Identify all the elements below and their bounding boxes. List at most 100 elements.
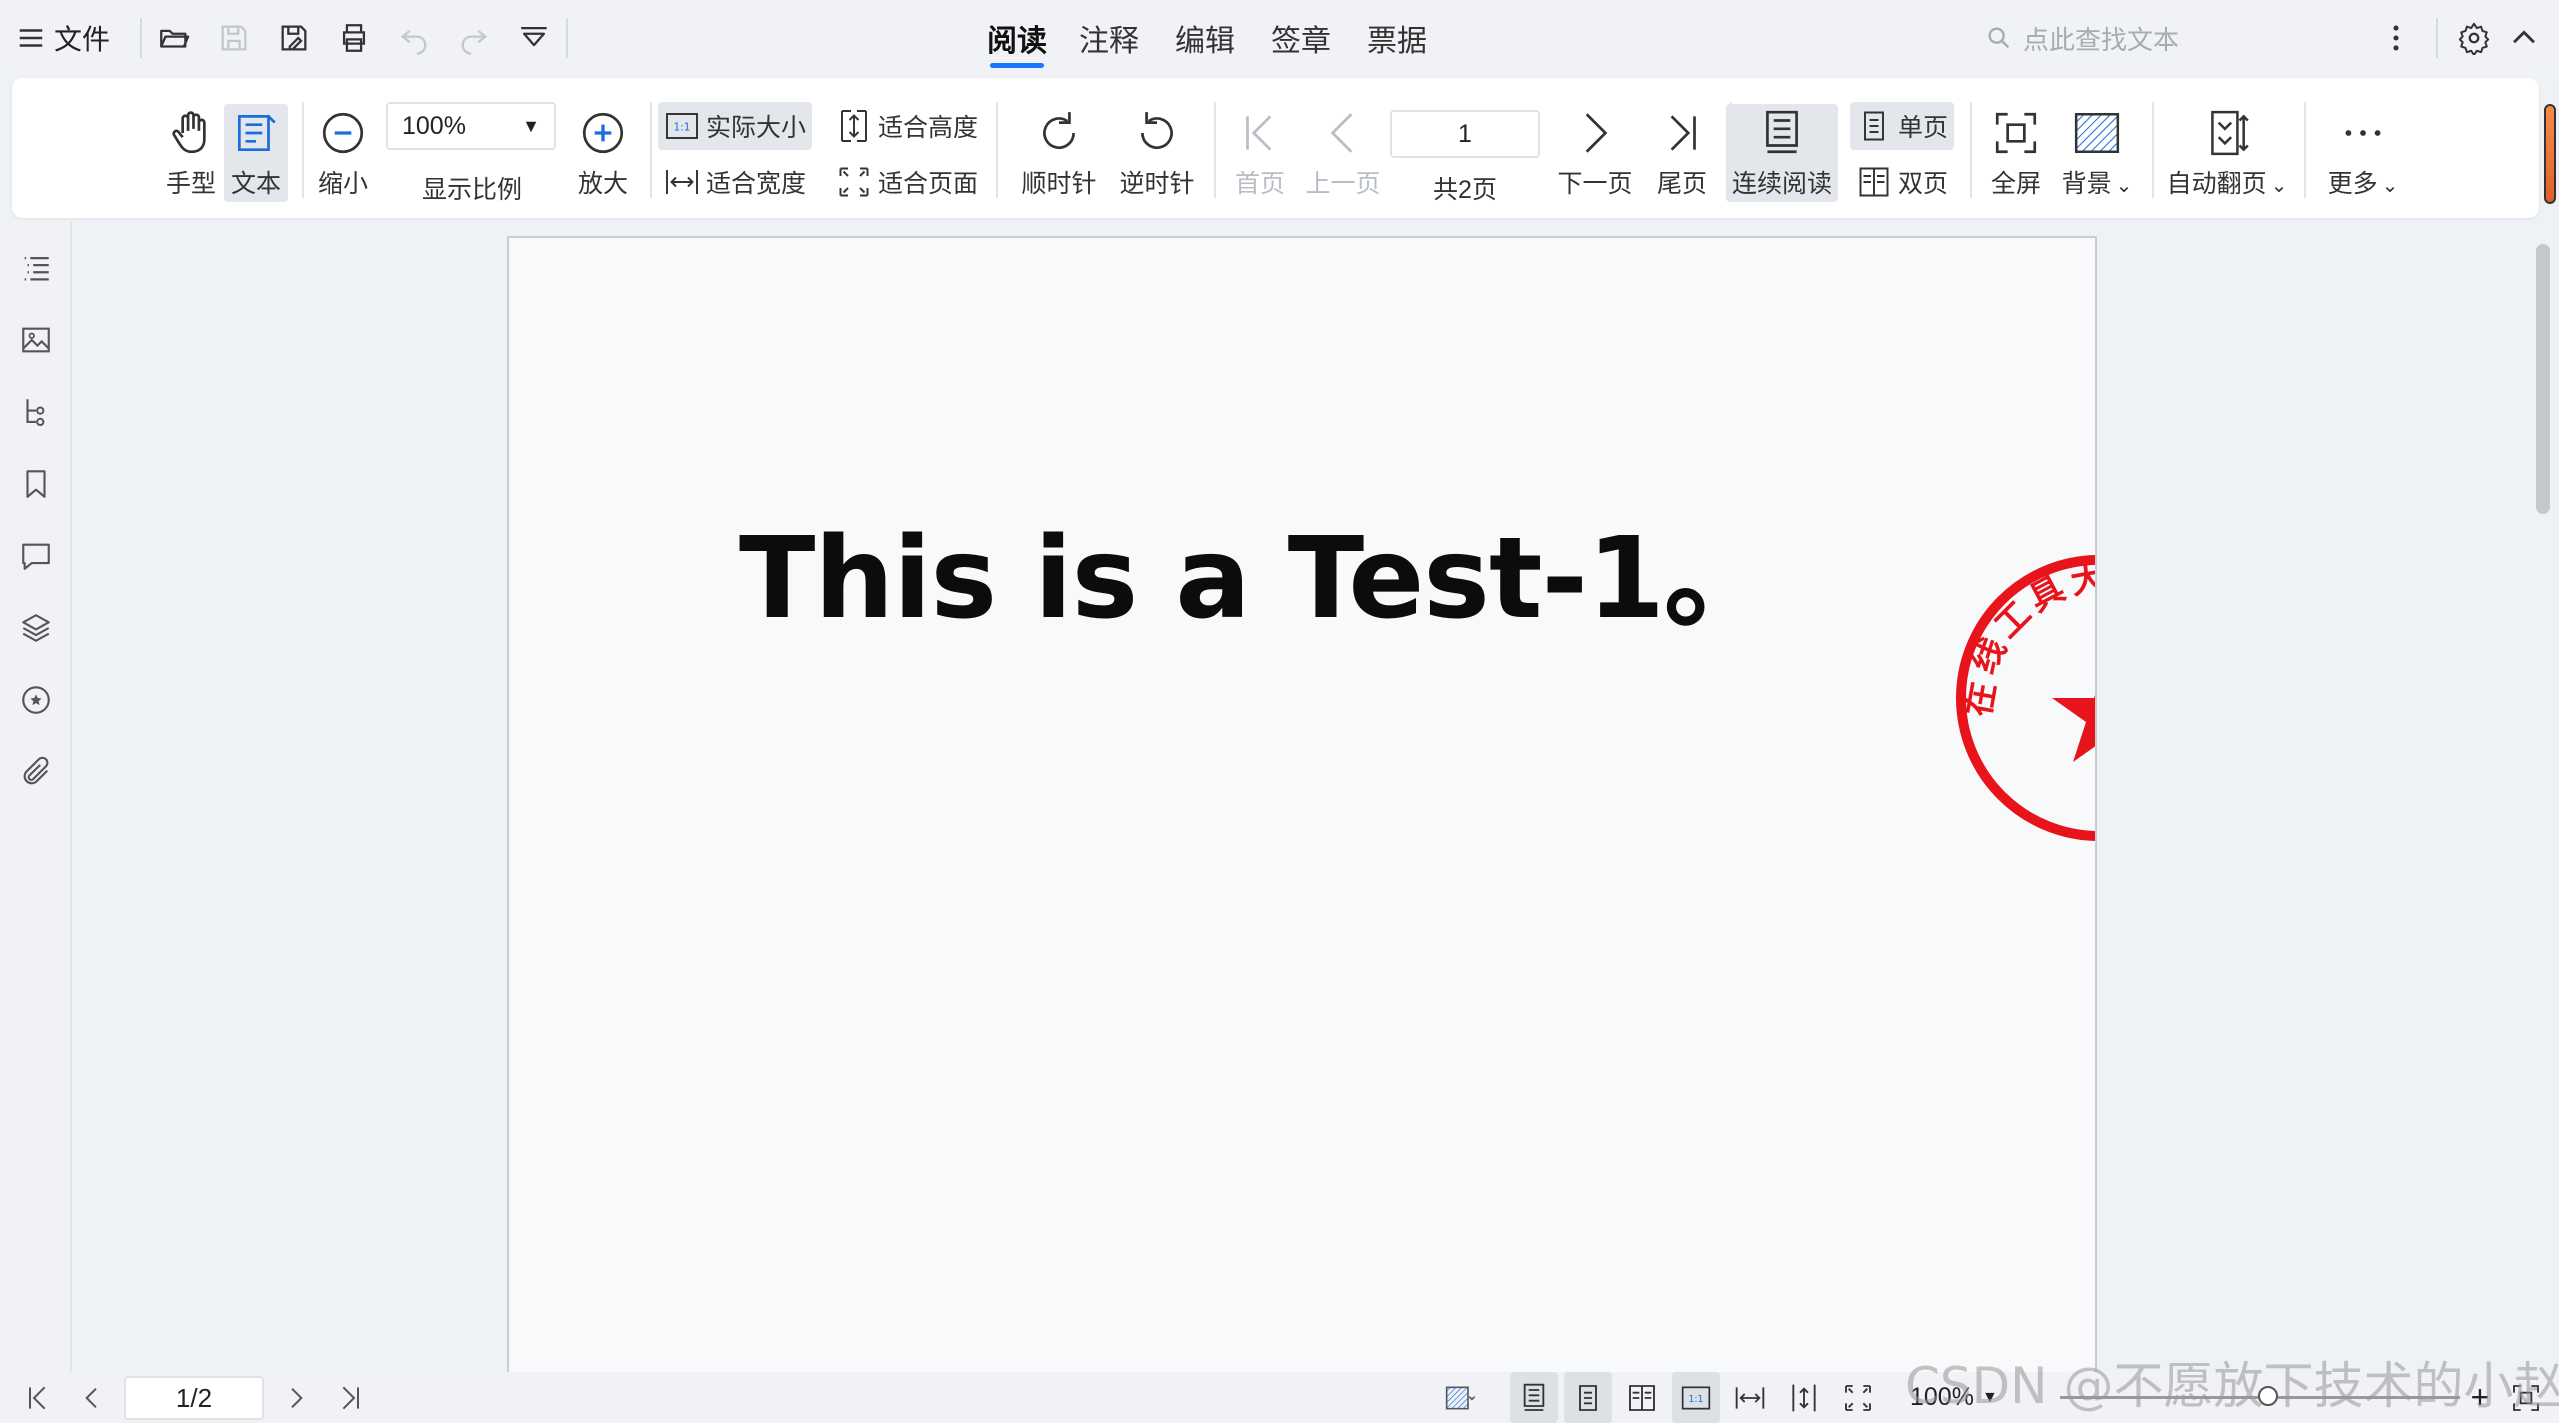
text-tool-label: 文本 — [230, 170, 281, 198]
tab-sign[interactable]: 签章 — [1270, 0, 1332, 76]
hamburger-icon — [19, 29, 43, 47]
collapse-ribbon-button[interactable] — [2502, 0, 2546, 76]
stamp-char: 大 — [2068, 558, 2097, 603]
dropdown-triangle-icon — [521, 26, 547, 47]
last-page-button[interactable]: 尾页 — [1642, 108, 1722, 206]
background-pattern-icon — [2074, 113, 2120, 153]
zoom-out-button[interactable]: 缩小 — [308, 108, 378, 206]
search-placeholder: 点此查找文本 — [2023, 24, 2180, 55]
ribbon-scrollbar[interactable] — [2544, 104, 2556, 204]
fullscreen-button[interactable]: 全屏 — [1980, 108, 2052, 206]
status-background-button[interactable] — [1432, 1372, 1488, 1423]
undo-icon — [400, 30, 427, 55]
divider — [2436, 18, 2438, 58]
double-page-label: 双页 — [1898, 170, 1949, 198]
document-viewport[interactable]: This is a Test-1。 在 线 工 具 大 全 — [74, 222, 2534, 1372]
save-as-icon — [281, 25, 307, 51]
open-button[interactable] — [152, 0, 196, 76]
status-zoom-in-button[interactable]: + — [2460, 1372, 2500, 1423]
image-icon — [22, 327, 50, 353]
tab-edit[interactable]: 编辑 — [1174, 0, 1236, 76]
chevron-left-icon — [85, 1387, 97, 1408]
fit-height-icon — [1792, 1384, 1816, 1411]
fit-page-button[interactable]: 适合页面 — [830, 158, 984, 206]
total-pages: 共2页 — [1390, 164, 1540, 206]
fit-height-label: 适合高度 — [878, 114, 979, 142]
fit-page-icon — [1845, 1384, 1871, 1411]
last-page-icon — [342, 1386, 359, 1409]
divider — [2152, 102, 2154, 198]
tab-annotate[interactable]: 注释 — [1078, 0, 1140, 76]
status-actual-size-button[interactable]: 1:1 — [1672, 1372, 1720, 1423]
more-button[interactable]: 更多 ⌄ — [2322, 108, 2404, 206]
bookmarks-panel-button[interactable] — [16, 464, 56, 504]
status-continuous-button[interactable] — [1510, 1372, 1558, 1423]
previous-page-button[interactable]: 上一页 — [1298, 108, 1388, 206]
background-button[interactable]: 背景 ⌄ — [2056, 108, 2138, 206]
fit-height-button[interactable]: 适合高度 — [830, 102, 984, 150]
double-page-icon — [1629, 1384, 1655, 1411]
status-fit-height-button[interactable] — [1780, 1372, 1828, 1423]
rotate-clockwise-button[interactable]: 顺时针 — [1014, 108, 1104, 206]
continuous-page-icon — [1523, 1383, 1545, 1411]
actual-size-button[interactable]: 1:1 实际大小 — [658, 102, 813, 150]
zoom-select[interactable]: 100% ▼ — [386, 102, 556, 150]
quick-access-dropdown[interactable] — [512, 0, 556, 76]
hand-tool-button[interactable]: 手型 — [148, 108, 234, 206]
auto-flip-label: 自动翻页 ⌄ — [2166, 170, 2288, 198]
thumbnails-panel-button[interactable] — [16, 320, 56, 360]
zoom-slider-handle[interactable] — [2258, 1386, 2278, 1406]
text-tool-button[interactable]: 文本 — [224, 104, 288, 202]
status-last-page-button[interactable] — [330, 1372, 370, 1423]
status-next-page-button[interactable] — [276, 1372, 316, 1423]
double-page-button[interactable]: 双页 — [1850, 158, 1954, 206]
horizontal-dots-icon — [2345, 130, 2381, 136]
status-first-page-button[interactable] — [18, 1372, 58, 1423]
document-scrollbar[interactable] — [2536, 244, 2550, 514]
settings-button[interactable] — [2452, 0, 2496, 76]
tab-read[interactable]: 阅读 — [986, 0, 1048, 76]
zoom-select-value: 100% — [402, 111, 466, 140]
save-as-button[interactable] — [272, 0, 316, 76]
rotate-clockwise-label: 顺时针 — [1021, 170, 1097, 198]
bookmark-icon — [26, 470, 46, 498]
zoom-in-button[interactable]: 放大 — [568, 108, 638, 206]
status-fit-page-button[interactable] — [1834, 1372, 1882, 1423]
list-icon — [24, 256, 49, 281]
layers-panel-button[interactable] — [16, 608, 56, 648]
outline-panel-button[interactable] — [16, 248, 56, 288]
status-previous-page-button[interactable] — [72, 1372, 112, 1423]
attachments-panel-button[interactable] — [16, 752, 56, 792]
signatures-panel-button[interactable] — [16, 680, 56, 720]
next-page-button[interactable]: 下一页 — [1550, 108, 1640, 206]
page-indicator-input[interactable]: 1/2 — [124, 1376, 264, 1420]
status-fit-button[interactable] — [2506, 1372, 2546, 1423]
auto-flip-button[interactable]: 自动翻页 ⌄ — [2164, 108, 2290, 206]
auto-flip-icon — [2211, 110, 2249, 156]
file-menu-button[interactable]: 文件 — [16, 0, 116, 76]
status-zoom-select[interactable]: 100% ▼ — [1910, 1372, 1998, 1423]
fullscreen-icon — [1995, 112, 2037, 154]
status-double-page-button[interactable] — [1618, 1372, 1666, 1423]
fit-width-button[interactable]: 适合宽度 — [658, 158, 812, 206]
more-options-button[interactable] — [2374, 0, 2418, 76]
menu-bar: 文件 阅读 注释 编辑 签章 票据 点此查找文本 — [0, 0, 2559, 76]
status-fit-width-button[interactable] — [1726, 1372, 1774, 1423]
seal-icon — [22, 686, 50, 714]
first-page-button[interactable]: 首页 — [1220, 108, 1300, 206]
tab-invoice[interactable]: 票据 — [1366, 0, 1428, 76]
single-page-icon — [1864, 111, 1884, 141]
rotate-counterclockwise-button[interactable]: 逆时针 — [1112, 108, 1202, 206]
search-box[interactable]: 点此查找文本 — [1985, 16, 2365, 60]
print-button[interactable] — [332, 0, 376, 76]
fit-width-label: 适合宽度 — [706, 170, 807, 198]
structure-panel-button[interactable] — [16, 392, 56, 432]
status-single-page-button[interactable] — [1564, 1372, 1612, 1423]
save-button[interactable] — [212, 0, 256, 76]
redo-button[interactable] — [452, 0, 496, 76]
undo-button[interactable] — [392, 0, 436, 76]
continuous-reading-button[interactable]: 连续阅读 — [1726, 104, 1838, 202]
comments-panel-button[interactable] — [16, 536, 56, 576]
page-number-input[interactable]: 1 — [1390, 110, 1540, 158]
single-page-button[interactable]: 单页 — [1850, 102, 1955, 150]
